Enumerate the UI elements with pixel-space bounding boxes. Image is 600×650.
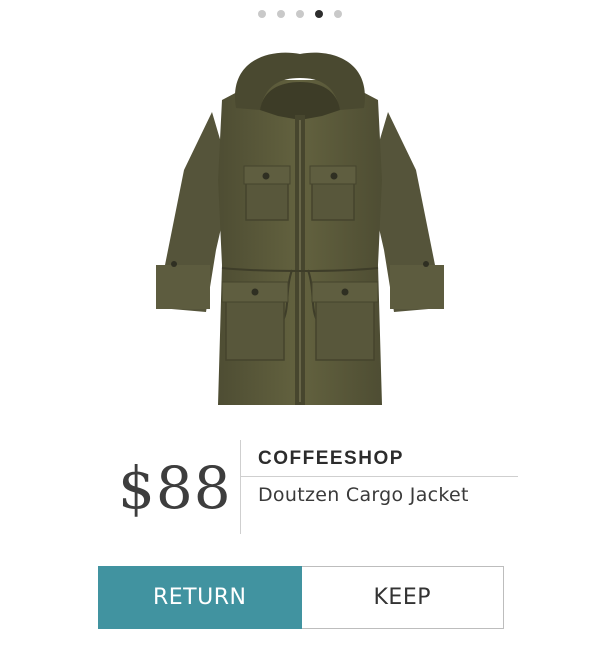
pagination-dot-active[interactable] — [315, 10, 323, 18]
product-name: Doutzen Cargo Jacket — [258, 484, 469, 506]
product-info: $88 COFFEESHOP Doutzen Cargo Jacket — [0, 440, 600, 540]
product-image — [156, 52, 444, 405]
product-price: $88 — [118, 454, 232, 522]
horizontal-divider — [240, 476, 518, 477]
return-button[interactable]: RETURN — [98, 566, 302, 629]
product-brand: COFFEESHOP — [258, 448, 404, 469]
pagination-dot[interactable] — [277, 10, 285, 18]
keep-button[interactable]: KEEP — [301, 566, 504, 629]
vertical-divider — [240, 440, 241, 534]
pagination-dot[interactable] — [258, 10, 266, 18]
carousel-pagination — [0, 10, 600, 18]
pagination-dot[interactable] — [296, 10, 304, 18]
decision-buttons: RETURN KEEP — [98, 566, 504, 629]
pagination-dot[interactable] — [334, 10, 342, 18]
